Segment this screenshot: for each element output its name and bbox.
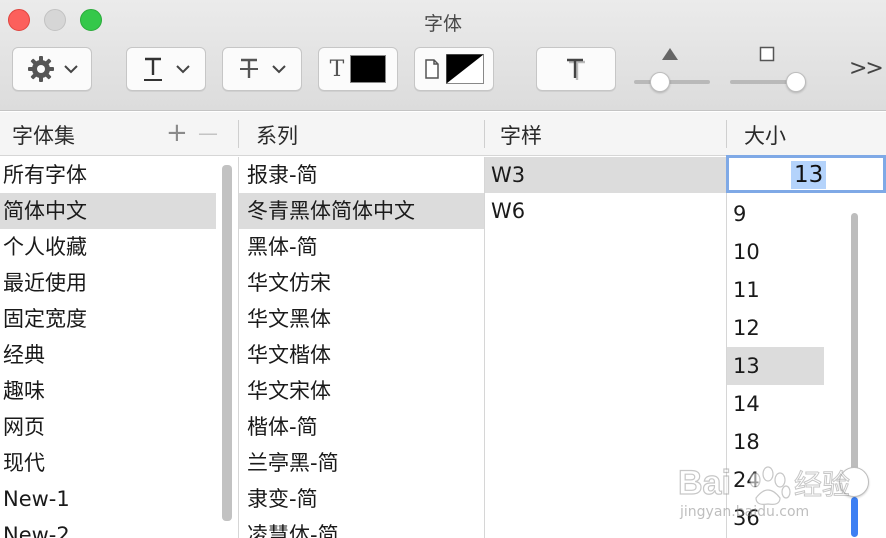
chevron-down-icon (176, 64, 190, 74)
chevron-down-icon (272, 64, 286, 74)
document-icon (424, 59, 440, 79)
family-item[interactable]: 楷体-简 (239, 409, 484, 445)
shadow-blur-slider-knob[interactable] (786, 72, 806, 92)
text-color-button[interactable]: T (318, 47, 398, 91)
svg-text:经验: 经验 (794, 468, 850, 501)
column-headers: 字体集 + — 系列 字样 大小 (0, 112, 886, 156)
collection-item[interactable]: 网页 (0, 409, 238, 445)
family-item[interactable]: 报隶-简 (239, 157, 484, 193)
family-item[interactable]: 华文仿宋 (239, 265, 484, 301)
collection-item[interactable]: 趣味 (0, 373, 238, 409)
remove-collection-button[interactable]: — (198, 118, 218, 148)
size-input-value[interactable]: 13 (791, 161, 827, 189)
action-menu-button[interactable] (12, 47, 92, 91)
svg-text:Bai: Bai (678, 464, 731, 502)
typeface-item-selected[interactable]: W3 (485, 157, 726, 193)
collection-item[interactable]: 个人收藏 (0, 229, 238, 265)
text-color-label: T (329, 56, 345, 82)
window-title: 字体 (423, 13, 462, 35)
toolbar-overflow-button[interactable]: >> (849, 56, 884, 81)
text-shadow-button[interactable] (536, 47, 616, 91)
strikethrough-t-icon (238, 56, 260, 82)
typeface-header: 字样 (500, 124, 542, 148)
size-item[interactable]: 9 (727, 195, 824, 233)
family-item-selected[interactable]: 冬青黑体简体中文 (239, 193, 484, 229)
family-list[interactable]: 报隶-简 冬青黑体简体中文 黑体-简 华文仿宋 华文黑体 华文楷体 华文宋体 楷… (239, 157, 484, 538)
baidu-watermark: Bai 经验 jingyan.baidu.com (676, 448, 856, 536)
typeface-item[interactable]: W6 (485, 193, 726, 229)
gear-icon (26, 54, 56, 84)
collection-item[interactable]: 固定宽度 (0, 301, 238, 337)
size-slider-track[interactable] (851, 213, 858, 483)
text-color-swatch (350, 55, 387, 83)
title-bar: 字体 T >> (0, 0, 886, 111)
family-item[interactable]: 凌慧体-简 (239, 517, 484, 538)
underline-menu-button[interactable] (126, 47, 206, 91)
size-item[interactable]: 10 (727, 233, 824, 271)
document-color-swatch (446, 54, 484, 84)
family-header: 系列 (256, 124, 298, 148)
size-item[interactable]: 14 (727, 385, 824, 423)
strikethrough-menu-button[interactable] (222, 47, 302, 91)
text-shadow-icon (564, 56, 588, 82)
family-item[interactable]: 隶变-简 (239, 481, 484, 517)
collections-scrollbar[interactable] (222, 165, 232, 521)
underline-t-icon (142, 56, 164, 82)
collection-item[interactable]: 现代 (0, 445, 238, 481)
collections-list[interactable]: 所有字体 简体中文 个人收藏 最近使用 固定宽度 经典 趣味 网页 现代 New… (0, 157, 238, 538)
document-color-button[interactable] (414, 47, 494, 91)
family-item[interactable]: 黑体-简 (239, 229, 484, 265)
family-item[interactable]: 华文楷体 (239, 337, 484, 373)
size-item[interactable]: 11 (727, 271, 824, 309)
collection-item[interactable]: 经典 (0, 337, 238, 373)
size-item[interactable]: 12 (727, 309, 824, 347)
collections-header: 字体集 (12, 124, 75, 148)
family-item[interactable]: 华文宋体 (239, 373, 484, 409)
chevron-down-icon (64, 64, 78, 74)
family-item[interactable]: 兰亭黑-简 (239, 445, 484, 481)
shadow-opacity-slider[interactable] (634, 80, 710, 84)
size-input[interactable]: 13 (726, 155, 886, 193)
header-divider (238, 120, 239, 148)
add-collection-button[interactable]: + (166, 118, 188, 148)
shadow-opacity-slider-knob[interactable] (650, 72, 670, 92)
collection-item[interactable]: New-2 (0, 517, 238, 538)
svg-text:jingyan.baidu.com: jingyan.baidu.com (679, 504, 809, 520)
family-item[interactable]: 华文黑体 (239, 301, 484, 337)
shadow-opacity-icon (661, 46, 679, 65)
header-divider (726, 120, 727, 148)
header-divider (484, 120, 485, 148)
size-item-selected[interactable]: 13 (727, 347, 824, 385)
collection-item[interactable]: 最近使用 (0, 265, 238, 301)
collection-item-selected[interactable]: 简体中文 (0, 193, 216, 229)
collection-item[interactable]: 所有字体 (0, 157, 216, 193)
shadow-blur-icon (759, 46, 775, 66)
collection-item[interactable]: New-1 (0, 481, 238, 517)
size-header: 大小 (744, 124, 786, 148)
